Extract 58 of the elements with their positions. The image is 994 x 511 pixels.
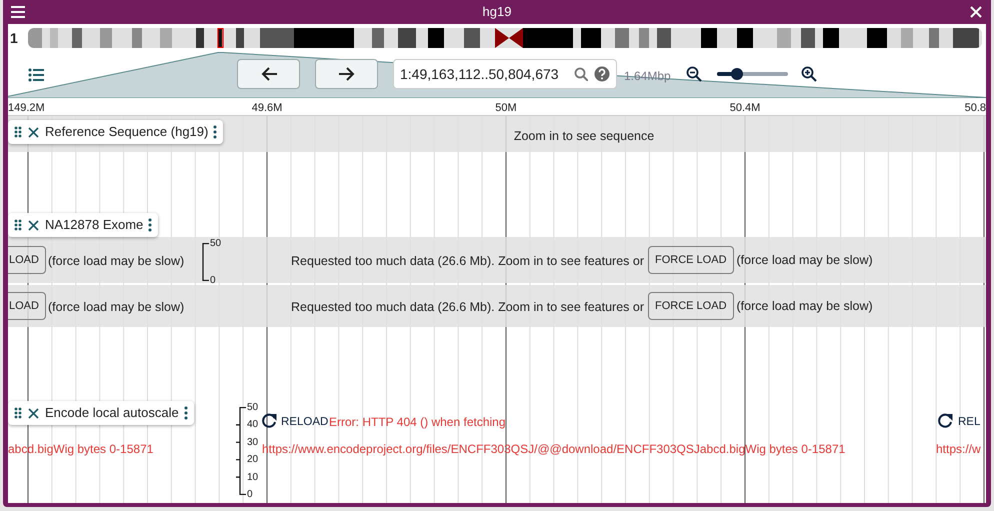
forward-button[interactable] bbox=[315, 59, 378, 89]
help-icon[interactable] bbox=[594, 66, 610, 82]
axis-label: 30 bbox=[247, 436, 258, 450]
zoom-in-icon[interactable] bbox=[801, 66, 817, 82]
track-message: Requested too much data (26.6 Mb). Zoom in to see features or bbox=[291, 253, 644, 270]
window-title: hg19 bbox=[482, 3, 512, 22]
search-icon[interactable] bbox=[574, 67, 588, 81]
close-icon[interactable] bbox=[27, 218, 40, 232]
force-load-button[interactable]: FORCE LOAD bbox=[648, 292, 734, 320]
force-load-button[interactable]: LOAD bbox=[8, 292, 46, 320]
ruler-label: 50M bbox=[495, 101, 517, 116]
close-icon[interactable] bbox=[27, 126, 40, 138]
load-note: (force load may be slow) bbox=[736, 252, 873, 269]
ruler-label: 49.6M bbox=[252, 101, 282, 116]
more-options-icon[interactable] bbox=[184, 406, 188, 420]
error-message: Error: HTTP 404 () when fetching bbox=[329, 414, 506, 431]
menu-icon[interactable] bbox=[10, 4, 26, 20]
ruler-label: 50.8 bbox=[964, 101, 986, 116]
axis-label: 50 bbox=[210, 237, 222, 251]
axis-label: 0 bbox=[210, 274, 216, 288]
zoom-out-icon[interactable] bbox=[686, 66, 702, 82]
ruler-label: 149.2M bbox=[8, 101, 45, 116]
drag-handle-icon[interactable] bbox=[14, 407, 22, 419]
left-arrow-icon bbox=[260, 66, 276, 82]
reload-button[interactable]: RELOAD bbox=[281, 414, 328, 432]
track-list-icon[interactable] bbox=[28, 68, 44, 82]
more-options-icon[interactable] bbox=[148, 218, 152, 232]
drag-handle-icon[interactable] bbox=[14, 126, 22, 138]
location-field[interactable]: 1:49,163,112..50,804,673 bbox=[393, 59, 617, 89]
axis-label: 50 bbox=[247, 401, 258, 415]
axis-label: 10 bbox=[247, 470, 258, 485]
track-name: Encode local autoscale bbox=[45, 404, 179, 422]
reload-button[interactable]: REL bbox=[958, 414, 980, 432]
refresh-icon[interactable] bbox=[262, 413, 277, 428]
more-options-icon[interactable] bbox=[213, 125, 218, 139]
drag-handle-icon[interactable] bbox=[14, 219, 22, 231]
chromosome-name: 1 bbox=[10, 28, 19, 48]
load-note: (force load may be slow) bbox=[48, 253, 184, 270]
axis-label: 0 bbox=[247, 488, 253, 502]
force-load-button[interactable]: LOAD bbox=[8, 246, 46, 274]
load-note: (force load may be slow) bbox=[736, 298, 873, 315]
load-note: (force load may be slow) bbox=[48, 299, 184, 316]
axis-label: 40 bbox=[247, 418, 258, 432]
refresh-icon[interactable] bbox=[938, 413, 953, 428]
track-name: Reference Sequence (hg19) bbox=[45, 123, 208, 142]
track-message: Zoom in to see sequence bbox=[514, 128, 654, 145]
slider-thumb[interactable] bbox=[730, 68, 743, 80]
track-name: NA12878 Exome bbox=[45, 216, 144, 234]
close-icon[interactable] bbox=[968, 4, 984, 20]
error-url: https://w bbox=[936, 441, 981, 458]
ruler-label: 50.4M bbox=[730, 101, 760, 116]
force-load-button[interactable]: FORCE LOAD bbox=[648, 246, 734, 274]
chromosome-ideogram[interactable] bbox=[28, 28, 982, 48]
axis-label: 20 bbox=[247, 453, 258, 468]
back-button[interactable] bbox=[237, 59, 300, 89]
close-icon[interactable] bbox=[27, 406, 40, 420]
track-message: Requested too much data (26.6 Mb). Zoom in to see features or bbox=[291, 299, 644, 316]
right-arrow-icon bbox=[338, 66, 354, 82]
